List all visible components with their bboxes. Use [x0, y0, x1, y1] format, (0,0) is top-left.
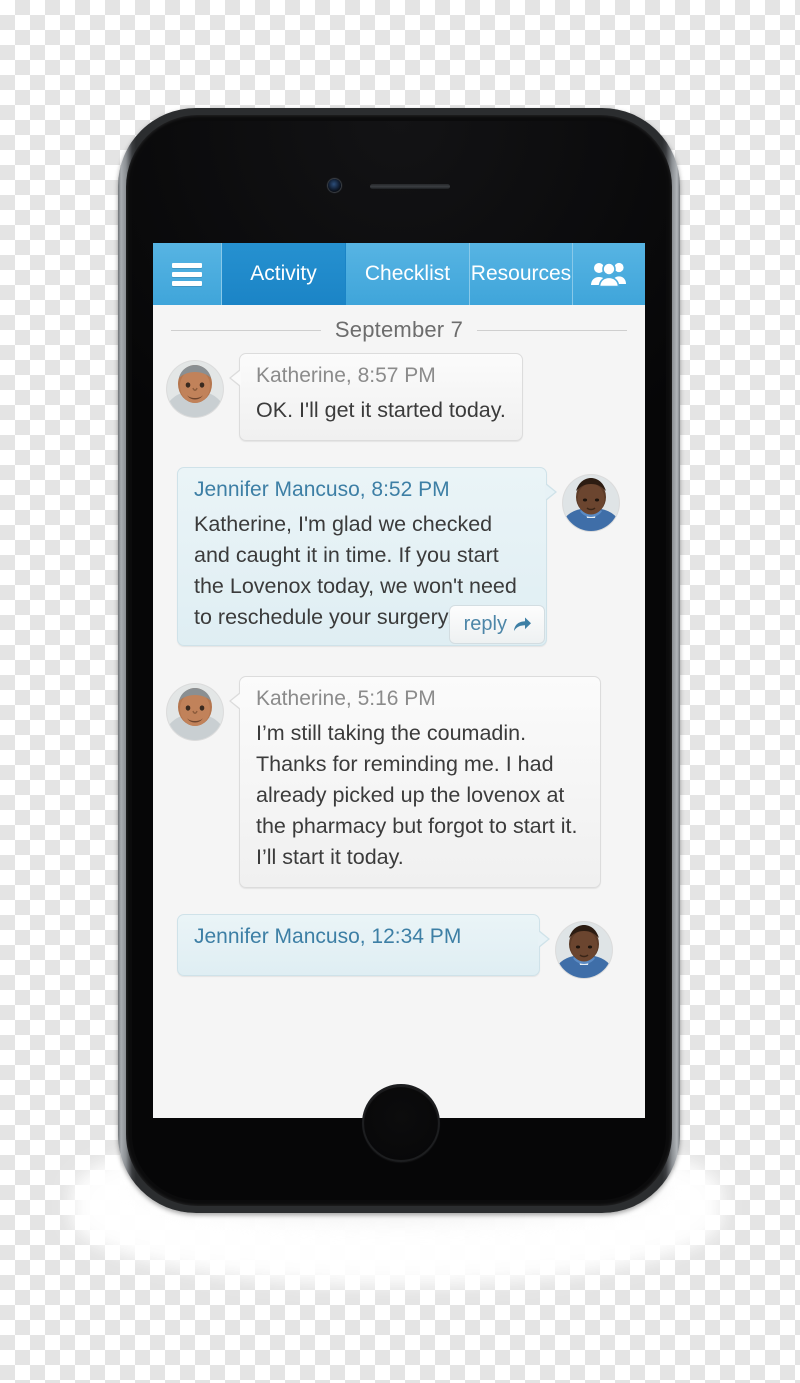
- tab-checklist-label: Checklist: [364, 262, 451, 285]
- message-author-time: Jennifer Mancuso, 8:52 PM: [194, 478, 450, 501]
- message-body: I’m still taking the coumadin. Thanks fo…: [256, 721, 578, 869]
- reply-arrow-icon: [514, 617, 531, 631]
- care-team-button[interactable]: [573, 243, 645, 305]
- message-row[interactable]: Jennifer Mancuso, 12:34 PM: [153, 914, 645, 978]
- message-bubble[interactable]: Katherine, 5:16 PM I’m still taking the …: [229, 676, 601, 888]
- tab-resources-label: Resources: [470, 262, 572, 285]
- activity-feed[interactable]: September 7 Katherine, 8:57 PM OK. I'll …: [153, 305, 645, 1118]
- mute-switch-button[interactable]: [118, 108, 123, 138]
- tab-activity[interactable]: Activity: [222, 243, 346, 305]
- reply-button-label: reply: [463, 613, 507, 635]
- date-separator-rule-left: [171, 329, 321, 331]
- front-camera-icon: [328, 179, 341, 192]
- hamburger-menu-icon: [172, 259, 202, 290]
- message-author-time: Katherine, 8:57 PM: [256, 364, 436, 387]
- message-body: OK. I'll get it started today.: [256, 398, 506, 422]
- earpiece-speaker-icon: [370, 184, 450, 189]
- phone-bezel: Activity Checklist Resources September 7…: [126, 115, 672, 1206]
- message-author-time: Katherine, 5:16 PM: [256, 687, 436, 710]
- menu-button[interactable]: [153, 243, 222, 305]
- phone-screen: Activity Checklist Resources September 7…: [153, 243, 645, 1118]
- message-author-time: Jennifer Mancuso, 12:34 PM: [194, 925, 462, 948]
- message-row[interactable]: Jennifer Mancuso, 8:52 PM Katherine, I'm…: [153, 467, 645, 646]
- date-separator-rule-right: [477, 329, 628, 331]
- message-row[interactable]: Katherine, 5:16 PM I’m still taking the …: [153, 676, 645, 888]
- date-separator: September 7: [153, 305, 645, 353]
- avatar[interactable]: [167, 361, 223, 417]
- message-bubble[interactable]: Jennifer Mancuso, 12:34 PM: [177, 914, 550, 976]
- app-navigation-bar: Activity Checklist Resources: [153, 243, 645, 305]
- avatar[interactable]: [563, 475, 619, 531]
- elderly-woman-avatar-icon: [167, 684, 223, 740]
- volume-down-button[interactable]: [118, 194, 123, 250]
- message-bubble[interactable]: Katherine, 8:57 PM OK. I'll get it start…: [229, 353, 523, 441]
- screenshot-canvas: Activity Checklist Resources September 7…: [0, 0, 800, 1383]
- power-sleep-wake-button[interactable]: [118, 250, 123, 350]
- smartphone-device: Activity Checklist Resources September 7…: [118, 108, 680, 1213]
- elderly-woman-avatar-icon: [167, 361, 223, 417]
- tab-activity-label: Activity: [250, 262, 317, 285]
- home-button[interactable]: [362, 1084, 440, 1162]
- people-group-icon: [591, 262, 626, 287]
- reply-button[interactable]: reply: [448, 605, 545, 644]
- tab-checklist[interactable]: Checklist: [346, 243, 470, 305]
- date-separator-label: September 7: [334, 317, 464, 342]
- avatar[interactable]: [167, 684, 223, 740]
- tab-resources[interactable]: Resources: [470, 243, 573, 305]
- message-row[interactable]: Katherine, 8:57 PM OK. I'll get it start…: [153, 353, 645, 441]
- volume-up-button[interactable]: [118, 138, 123, 194]
- nurse-avatar-icon: [563, 475, 619, 531]
- nurse-avatar-icon: [556, 922, 612, 978]
- avatar[interactable]: [556, 922, 612, 978]
- phone-front-glass: Activity Checklist Resources September 7…: [132, 121, 666, 1200]
- message-bubble[interactable]: Jennifer Mancuso, 8:52 PM Katherine, I'm…: [177, 467, 557, 646]
